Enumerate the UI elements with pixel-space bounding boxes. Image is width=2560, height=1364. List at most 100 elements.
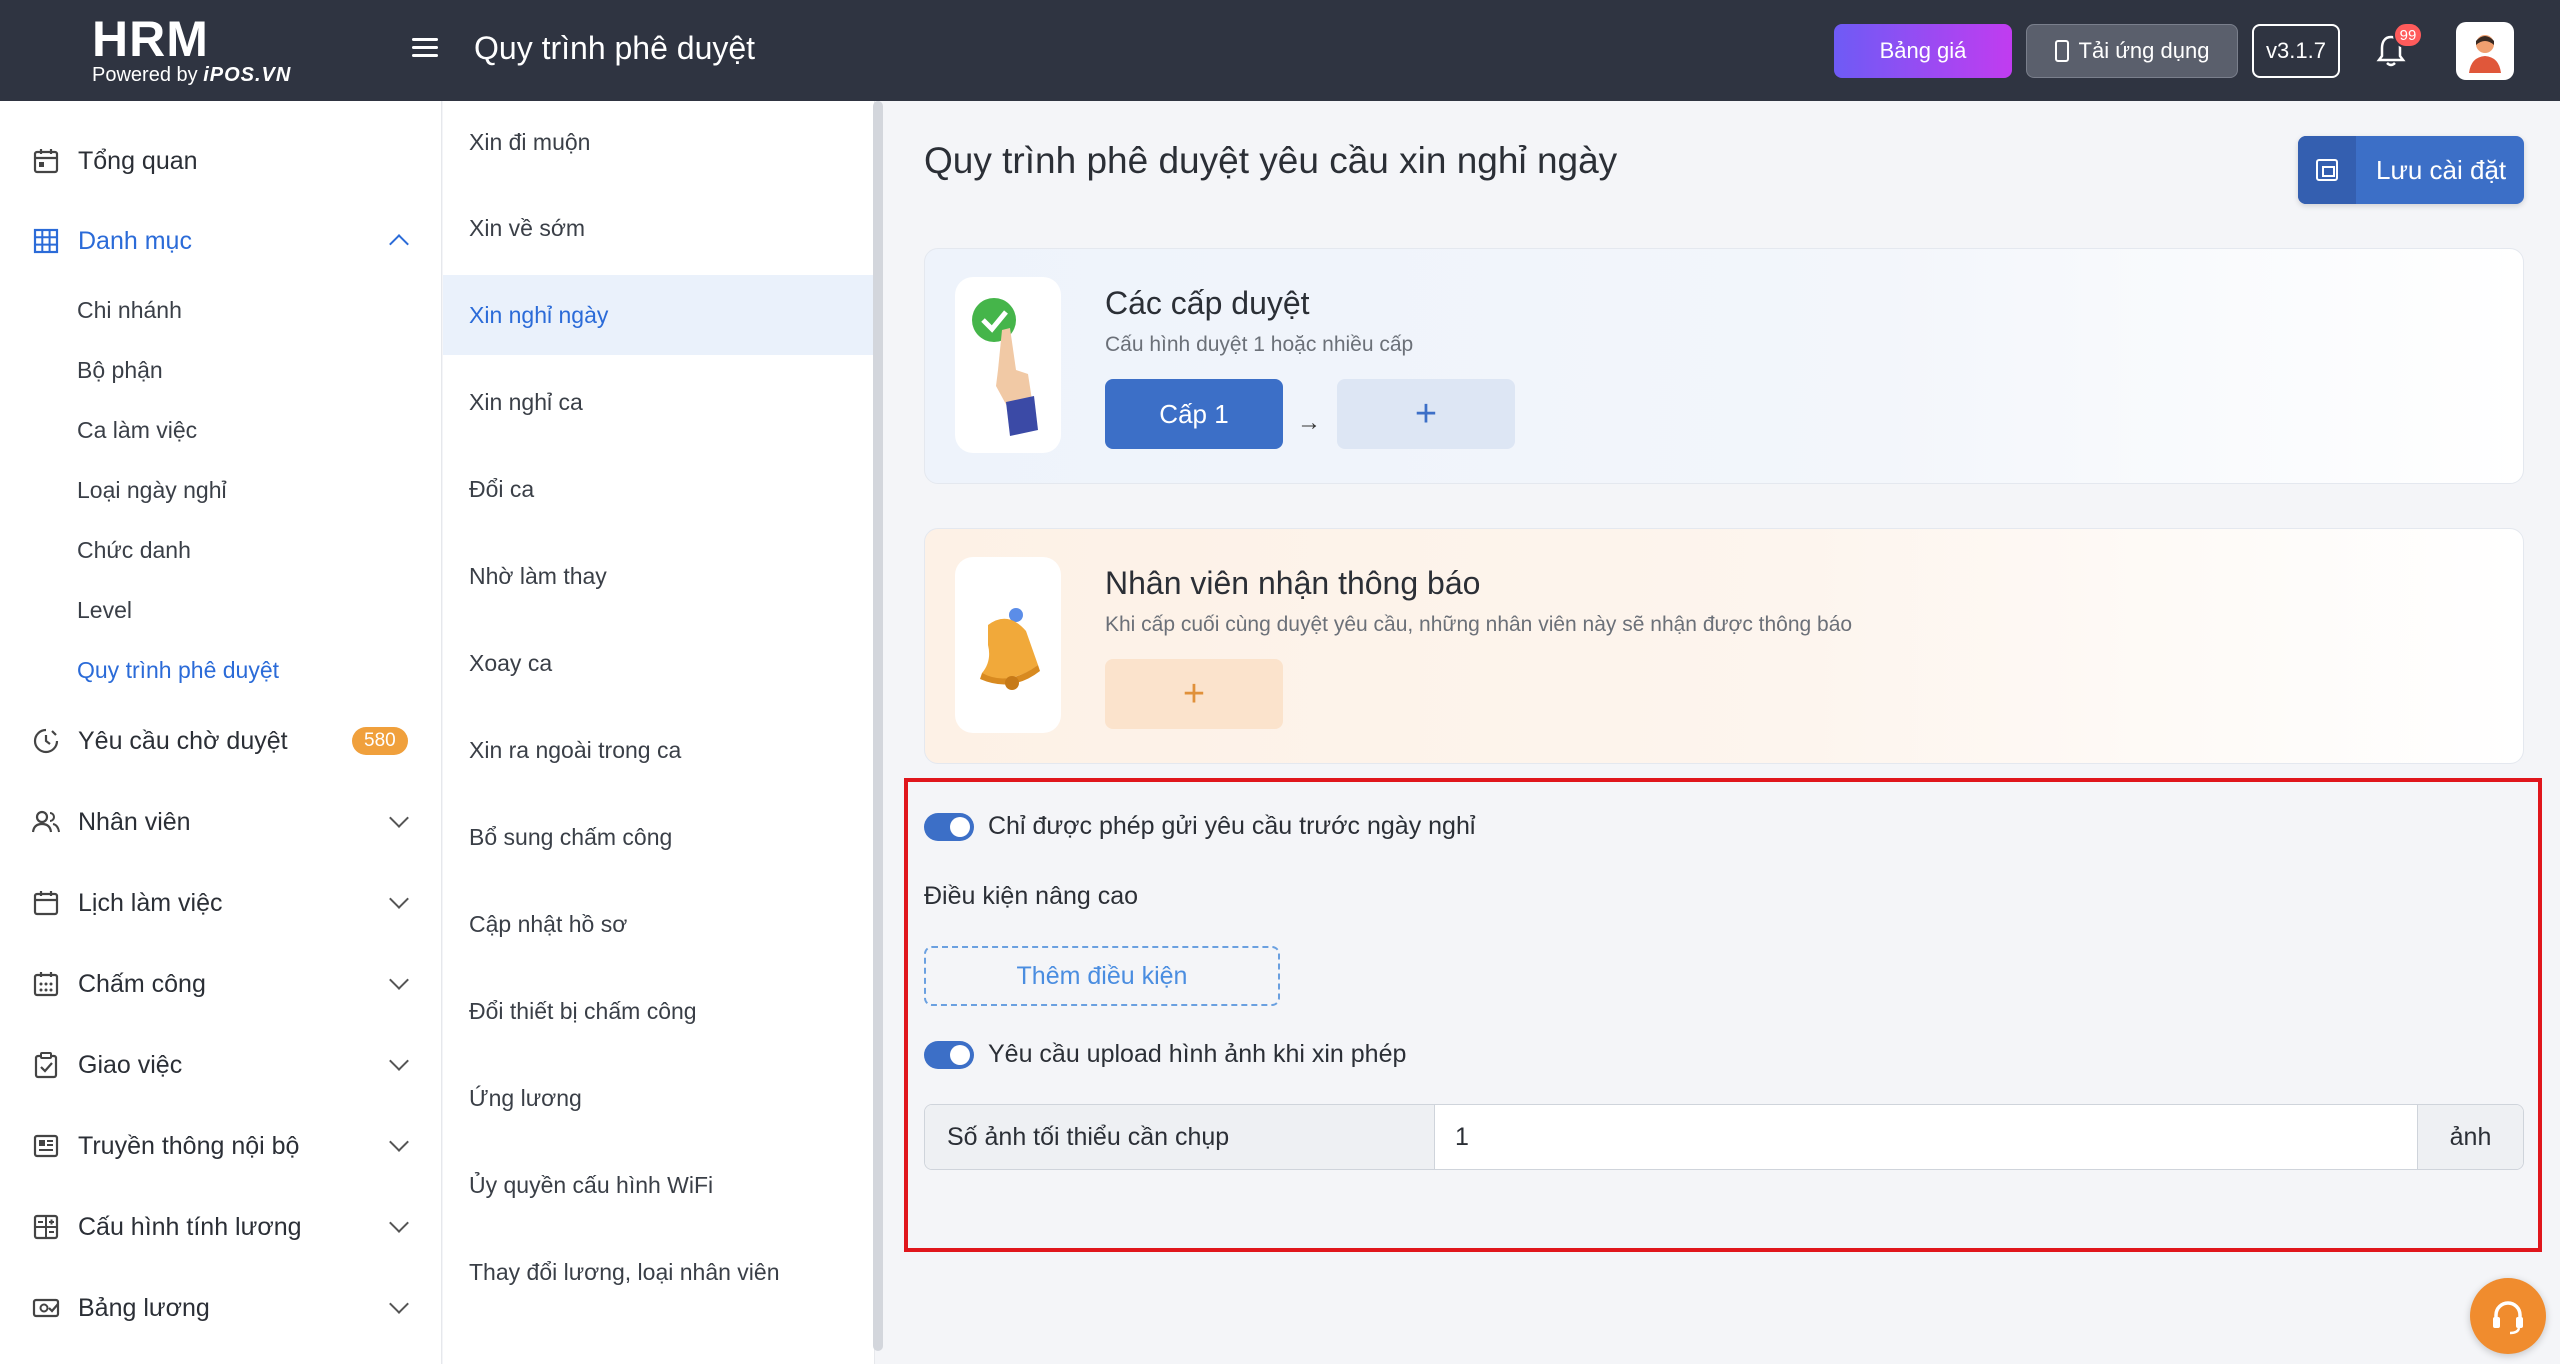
chevron-down-icon bbox=[389, 970, 409, 990]
save-settings-label: Lưu cài đặt bbox=[2376, 154, 2507, 185]
sidebar-item-label: Truyền thông nội bộ bbox=[78, 1131, 300, 1160]
request-type-item-selected[interactable]: Xin nghỉ ngày bbox=[443, 275, 873, 355]
sidebar-item-internal-news[interactable]: Truyền thông nội bộ bbox=[0, 1118, 442, 1174]
sidebar-item-categories[interactable]: Danh mục bbox=[0, 213, 442, 269]
logo-brand: iPOS.VN bbox=[203, 64, 292, 86]
phone-icon bbox=[2054, 40, 2069, 62]
hand-check-icon bbox=[972, 298, 1038, 436]
min-photos-group: Số ảnh tối thiểu cần chụp 1 ảnh bbox=[924, 1104, 2524, 1170]
support-button[interactable] bbox=[2470, 1278, 2546, 1354]
sidebar-item-timekeeping[interactable]: Chấm công bbox=[0, 956, 442, 1012]
add-level-button[interactable]: + bbox=[1337, 379, 1515, 449]
sidebar-subitem-level[interactable]: Level bbox=[77, 597, 132, 624]
highlight-box bbox=[904, 778, 2542, 1252]
before-leave-toggle[interactable] bbox=[924, 812, 974, 841]
sidebar: Tổng quan Danh mục Chi nhánh Bộ phận Ca … bbox=[0, 101, 442, 1364]
request-list-scrollbar[interactable] bbox=[873, 101, 883, 1351]
min-photos-input[interactable]: 1 bbox=[1435, 1105, 2417, 1169]
advanced-conditions-label: Điều kiện nâng cao bbox=[924, 882, 1139, 910]
pricing-button[interactable]: Bảng giá bbox=[1834, 24, 2012, 78]
request-type-item[interactable]: Xin ra ngoài trong ca bbox=[443, 710, 873, 790]
request-type-item[interactable]: Thay đổi lương, loại nhân viên bbox=[443, 1232, 873, 1312]
logo[interactable]: HRM Powered by iPOS.VN bbox=[92, 14, 291, 86]
chevron-down-icon bbox=[389, 1294, 409, 1314]
sidebar-item-label: Bảng lương bbox=[78, 1293, 210, 1322]
save-settings-button[interactable]: Lưu cài đặt bbox=[2298, 136, 2524, 204]
request-type-item[interactable]: Đổi ca bbox=[443, 449, 873, 529]
upload-image-toggle[interactable] bbox=[924, 1040, 974, 1069]
section-title: Quy trình phê duyệt yêu cầu xin nghỉ ngà… bbox=[924, 140, 1618, 181]
chevron-down-icon bbox=[389, 1132, 409, 1152]
grid-icon bbox=[33, 228, 59, 254]
sidebar-item-tasks[interactable]: Giao việc bbox=[0, 1037, 442, 1093]
request-type-item[interactable]: Đổi thiết bị chấm công bbox=[443, 971, 873, 1051]
bell-illustration bbox=[955, 557, 1061, 733]
notify-employees-title: Nhân viên nhận thông báo bbox=[1105, 565, 1481, 601]
sidebar-subitem-shift[interactable]: Ca làm việc bbox=[77, 417, 197, 444]
download-app-label: Tải ứng dụng bbox=[2078, 38, 2210, 63]
logo-powered-label: Powered by bbox=[92, 64, 198, 86]
sidebar-item-label: Chấm công bbox=[78, 969, 206, 998]
sidebar-item-work-schedule[interactable]: Lịch làm việc bbox=[0, 875, 442, 931]
request-type-item[interactable]: Nhờ làm thay bbox=[443, 536, 873, 616]
page-title: Quy trình phê duyệt bbox=[474, 30, 756, 66]
sidebar-subitem-position[interactable]: Chức danh bbox=[77, 537, 191, 564]
menu-icon[interactable] bbox=[412, 38, 438, 62]
toggle-row-upload-image: Yêu cầu upload hình ảnh khi xin phép bbox=[924, 1040, 1406, 1069]
before-leave-label: Chỉ được phép gửi yêu cầu trước ngày ngh… bbox=[988, 812, 1476, 840]
sidebar-item-overview[interactable]: Tổng quan bbox=[0, 133, 442, 189]
request-type-item[interactable]: Ủy quyền cấu hình WiFi bbox=[443, 1145, 873, 1225]
min-photos-label: Số ảnh tối thiểu cần chụp bbox=[925, 1105, 1435, 1169]
chevron-down-icon bbox=[389, 1213, 409, 1233]
save-icon bbox=[2316, 159, 2338, 181]
calculator-icon bbox=[33, 1214, 59, 1240]
headset-icon bbox=[2493, 1301, 2523, 1335]
request-type-item[interactable]: Bổ sung chấm công bbox=[443, 797, 873, 877]
level-1-button[interactable]: Cấp 1 bbox=[1105, 379, 1283, 449]
logo-text: HRM bbox=[92, 11, 209, 67]
version-button[interactable]: v3.1.7 bbox=[2252, 24, 2340, 78]
top-bar: HRM Powered by iPOS.VN Quy trình phê duy… bbox=[0, 0, 2560, 101]
approval-levels-subtitle: Cấu hình duyệt 1 hoặc nhiều cấp bbox=[1105, 333, 1414, 356]
notify-employees-card: Nhân viên nhận thông báo Khi cấp cuối cù… bbox=[924, 528, 2524, 764]
bell-3d-icon bbox=[980, 608, 1040, 690]
sidebar-item-label: Giao việc bbox=[78, 1050, 183, 1079]
sidebar-item-pending-requests[interactable]: Yêu cầu chờ duyệt 580 bbox=[0, 713, 442, 769]
sidebar-item-payroll-config[interactable]: Cấu hình tính lương bbox=[0, 1199, 442, 1255]
notification-badge: 99 bbox=[2393, 22, 2423, 48]
calendar-grid-icon bbox=[33, 972, 59, 997]
avatar[interactable] bbox=[2456, 22, 2514, 80]
request-type-item[interactable]: Ứng lương bbox=[443, 1058, 873, 1138]
chevron-down-icon bbox=[389, 808, 409, 828]
add-condition-button[interactable]: Thêm điều kiện bbox=[924, 946, 1280, 1006]
request-type-item[interactable]: Xin về sớm bbox=[443, 188, 873, 268]
chevron-up-icon bbox=[389, 234, 409, 254]
clock-icon bbox=[33, 728, 59, 754]
users-icon bbox=[32, 810, 60, 833]
approval-levels-title: Các cấp duyệt bbox=[1105, 285, 1310, 321]
request-type-item[interactable]: Xin nghỉ ca bbox=[443, 362, 873, 442]
calendar-icon bbox=[33, 149, 59, 174]
min-photos-unit: ảnh bbox=[2417, 1105, 2523, 1169]
request-type-item[interactable]: Cập nhật hồ sơ bbox=[443, 884, 873, 964]
sidebar-item-payroll[interactable]: Bảng lương bbox=[0, 1280, 442, 1336]
chevron-down-icon bbox=[389, 1051, 409, 1071]
approval-illustration bbox=[955, 277, 1061, 453]
approval-levels-card: Các cấp duyệt Cấu hình duyệt 1 hoặc nhiề… bbox=[924, 248, 2524, 484]
download-app-button[interactable]: Tải ứng dụng bbox=[2026, 24, 2238, 78]
sidebar-subitem-branch[interactable]: Chi nhánh bbox=[77, 297, 182, 324]
sidebar-subitem-leave-type[interactable]: Loại ngày nghỉ bbox=[77, 477, 227, 504]
sidebar-subitem-approval-process[interactable]: Quy trình phê duyệt bbox=[77, 657, 279, 684]
sidebar-subitem-department[interactable]: Bộ phận bbox=[77, 357, 163, 384]
chevron-down-icon bbox=[389, 889, 409, 909]
request-type-item[interactable]: Xoay ca bbox=[443, 623, 873, 703]
sidebar-item-employees[interactable]: Nhân viên bbox=[0, 794, 442, 850]
toggle-row-before-leave: Chỉ được phép gửi yêu cầu trước ngày ngh… bbox=[924, 812, 1475, 841]
sidebar-item-label: Nhân viên bbox=[78, 807, 191, 836]
request-type-item[interactable]: Xin đi muộn bbox=[443, 102, 873, 182]
add-notify-employee-button[interactable]: + bbox=[1105, 659, 1283, 729]
money-check-icon bbox=[32, 1298, 60, 1318]
clipboard-check-icon bbox=[34, 1052, 58, 1079]
logo-powered-by: Powered by iPOS.VN bbox=[92, 64, 291, 86]
pending-count-badge: 580 bbox=[352, 727, 408, 755]
